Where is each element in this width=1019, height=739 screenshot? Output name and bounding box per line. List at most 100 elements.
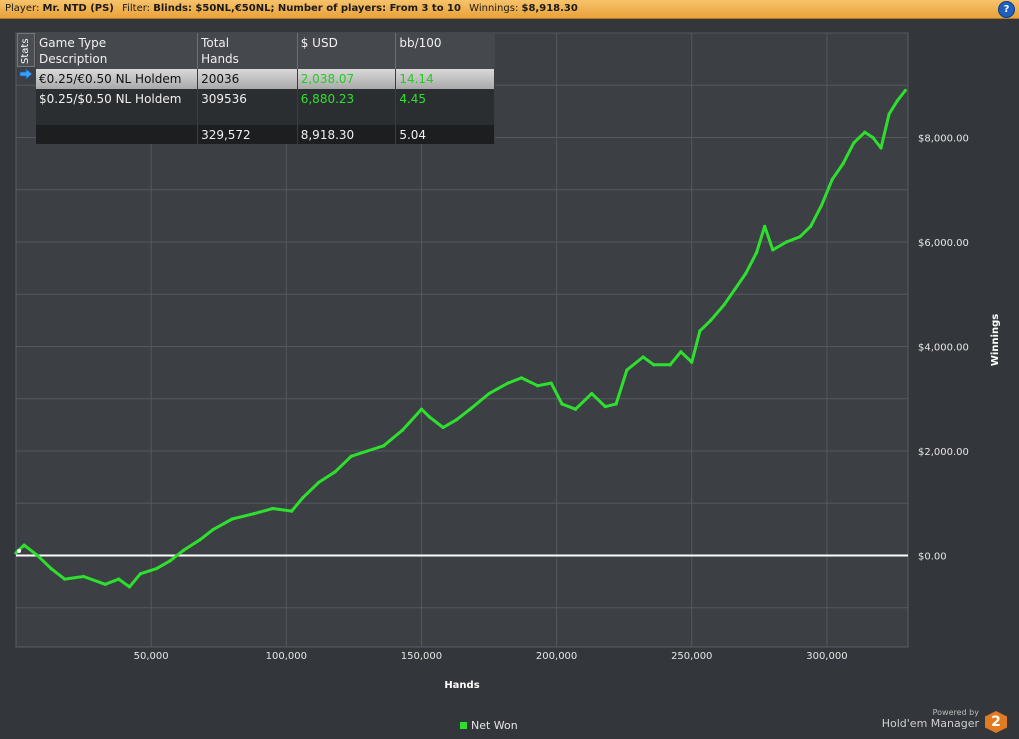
brand-name: Hold'em Manager — [881, 717, 979, 730]
data-point — [252, 512, 256, 516]
data-point — [871, 135, 875, 140]
data-point — [798, 235, 802, 239]
y-tick-label: $6,000.00 — [918, 238, 969, 249]
data-point — [181, 548, 186, 552]
data-point — [603, 405, 607, 409]
data-point — [852, 141, 856, 145]
legend-label: Net Won — [471, 719, 518, 732]
data-point — [487, 391, 491, 396]
data-point — [819, 203, 824, 208]
data-point — [744, 271, 748, 275]
data-point — [841, 162, 845, 166]
table-row-empty — [36, 109, 495, 125]
x-tick-label: 150,000 — [401, 651, 442, 662]
data-point — [271, 506, 275, 511]
data-point — [168, 559, 172, 563]
data-point — [895, 99, 899, 103]
data-point — [698, 329, 702, 333]
x-tick-label: 250,000 — [671, 651, 712, 662]
x-tick-label: 100,000 — [266, 651, 307, 662]
data-point — [230, 517, 234, 521]
y-tick-label: $2,000.00 — [918, 447, 969, 458]
data-point — [709, 318, 713, 323]
data-point — [290, 509, 294, 513]
data-point — [784, 240, 788, 244]
table-row[interactable]: $0.25/$0.50 NL Holdem 309536 6,880.23 4.… — [36, 89, 495, 109]
stats-tab-label: Stats — [20, 38, 31, 64]
data-point — [641, 355, 645, 359]
player-value[interactable]: Mr. NTD (PS) — [43, 3, 114, 14]
filter-bar: Player: Mr. NTD (PS) Filter: Blinds: $50… — [0, 0, 1019, 19]
data-point — [198, 538, 202, 542]
data-point — [427, 415, 432, 419]
data-point — [690, 360, 694, 364]
arrow-right-icon — [19, 68, 33, 80]
data-point — [365, 449, 369, 453]
total-hands: 329,572 — [197, 125, 298, 144]
data-point — [590, 391, 594, 396]
data-point — [349, 454, 353, 458]
chart-legend[interactable]: Net Won — [460, 719, 518, 732]
x-axis-ticks: 50,000 100,000 150,000 200,000 250,000 300,00… — [134, 651, 848, 662]
filter-value[interactable]: Blinds: $50NL,€50NL; Number of players: … — [153, 3, 461, 14]
total-usd: 8,918.30 — [297, 125, 397, 144]
table-row[interactable]: €0.25/€0.50 NL Holdem 20036 2,038.07 14.… — [36, 69, 495, 89]
winnings-value: $8,918.30 — [521, 3, 578, 14]
data-point — [771, 248, 775, 252]
data-point — [506, 381, 510, 385]
data-point — [560, 402, 564, 406]
data-point — [154, 567, 159, 571]
data-point — [536, 384, 540, 388]
data-point — [36, 553, 40, 558]
data-point — [382, 444, 386, 448]
column-header-total-hands[interactable]: Total Hands — [197, 33, 298, 69]
data-point — [830, 177, 834, 181]
data-point — [127, 585, 132, 589]
data-point — [468, 407, 472, 411]
x-tick-label: 50,000 — [134, 651, 169, 662]
data-point — [679, 350, 683, 354]
question-icon[interactable]: ? — [998, 1, 1015, 18]
y-tick-label: $4,000.00 — [918, 343, 969, 354]
winnings-label: Winnings: — [469, 3, 519, 14]
y-tick-label: $0.00 — [918, 552, 947, 563]
column-header-bb100[interactable]: bb/100 — [395, 33, 495, 69]
data-point — [317, 480, 321, 484]
stats-table: Game Type Description Total Hands $ USD bb… — [36, 33, 495, 144]
data-point — [63, 577, 67, 581]
powered-by-text: Powered by — [932, 708, 979, 717]
x-axis-title: Hands — [444, 680, 479, 691]
data-point — [625, 368, 629, 372]
hm2-badge-icon: 2 — [985, 711, 1007, 733]
data-point — [733, 287, 737, 291]
data-point — [49, 567, 53, 571]
data-point — [863, 130, 867, 134]
column-header-usd[interactable]: $ USD — [297, 33, 397, 69]
data-point — [333, 470, 337, 474]
data-point — [809, 224, 813, 228]
data-point — [441, 425, 445, 430]
data-point — [117, 577, 121, 581]
data-point — [14, 551, 18, 555]
data-point — [419, 407, 424, 411]
x-tick-label: 200,000 — [536, 651, 577, 662]
stats-tab[interactable]: Stats — [17, 33, 35, 67]
total-game — [36, 125, 199, 144]
cell-usd: 6,880.23 — [297, 89, 397, 109]
y-tick-label: $8,000.00 — [918, 134, 969, 145]
data-point — [903, 88, 907, 93]
cell-game: $0.25/$0.50 NL Holdem — [36, 89, 199, 109]
data-point — [211, 527, 215, 532]
brand-logo: Powered by Hold'em Manager 2 — [877, 708, 1007, 734]
cell-usd: 2,038.07 — [297, 69, 397, 89]
x-tick-label: 300,000 — [806, 651, 847, 662]
total-bb100: 5.04 — [395, 125, 495, 144]
table-total-row: 329,572 8,918.30 5.04 — [36, 125, 495, 144]
cell-bb100: 4.45 — [395, 89, 495, 109]
column-header-game-type[interactable]: Game Type Description — [36, 33, 199, 69]
cell-hands: 20036 — [197, 69, 298, 89]
data-point — [668, 363, 672, 367]
data-point — [400, 428, 405, 432]
data-point — [81, 574, 86, 579]
data-point — [549, 381, 553, 385]
